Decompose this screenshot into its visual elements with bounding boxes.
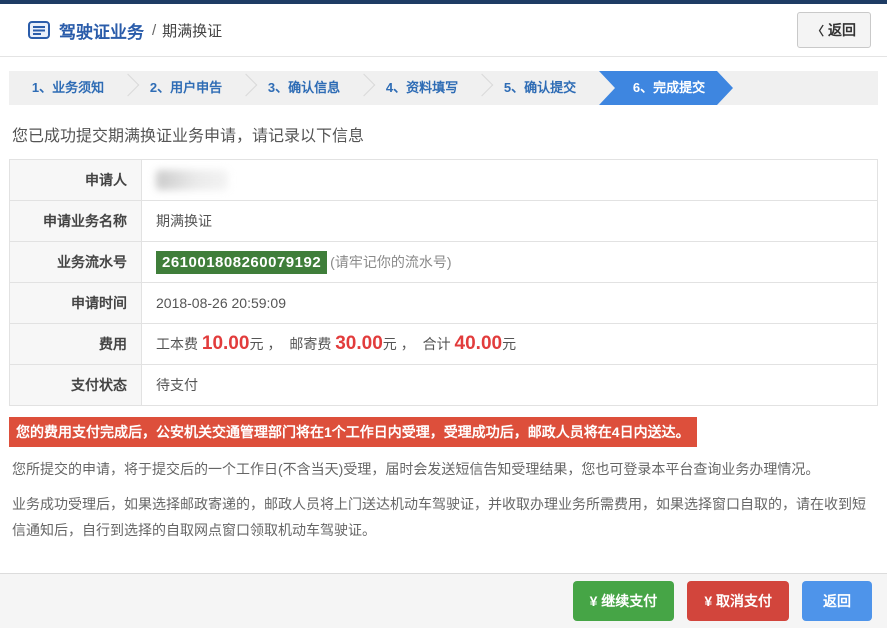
fee-unit2: 元 <box>382 336 397 352</box>
fee-unit1: 元 <box>249 336 264 352</box>
step-5-confirm-submit: 5、确认提交 <box>481 71 599 105</box>
table-row-business-name: 申请业务名称 期满换证 <box>9 200 878 242</box>
info-table: 申请人 申请业务名称 期满换证 业务流水号 261001808260079192… <box>9 159 878 406</box>
fee-comma1: ， <box>267 336 282 352</box>
step-1-business-notice: 1、业务须知 <box>9 71 140 105</box>
table-row-pay-status: 支付状态 待支付 <box>9 364 878 406</box>
fee-label: 费用 <box>9 323 142 365</box>
pay-status-value: 待支付 <box>141 364 878 406</box>
applicant-name-redacted <box>156 170 228 190</box>
cancel-pay-button[interactable]: ¥ 取消支付 <box>687 581 789 621</box>
breadcrumb-primary: 驾驶证业务 <box>59 22 144 42</box>
applicant-label: 申请人 <box>9 159 142 201</box>
header-back-label: 返回 <box>828 22 856 38</box>
step-label: 5、确认提交 <box>503 80 577 95</box>
pay-status-label: 支付状态 <box>9 364 142 406</box>
table-row-fee: 费用 工本费 10.00元， 邮寄费 30.00元， 合计 40.00元 <box>9 323 878 365</box>
fee-value: 工本费 10.00元， 邮寄费 30.00元， 合计 40.00元 <box>141 323 878 365</box>
step-6-complete-submit-active: 6、完成提交 <box>599 71 733 105</box>
serial-value: 261001808260079192 (请牢记你的流水号) <box>141 241 878 283</box>
step-label: 2、用户申告 <box>149 80 223 95</box>
table-row-applicant: 申请人 <box>9 159 878 201</box>
continue-pay-button[interactable]: ¥ 继续支付 <box>572 581 675 621</box>
apply-time-label: 申请时间 <box>9 282 142 324</box>
info-paragraph-2: 业务成功受理后，如果选择邮政寄递的，邮政人员将上门送达机动车驾驶证，并收取办理业… <box>12 496 866 538</box>
step-label: 4、资料填写 <box>385 80 459 95</box>
fee-amount2: 30.00 <box>335 333 383 354</box>
business-name-value: 期满换证 <box>141 200 878 242</box>
serial-note: (请牢记你的流水号) <box>330 253 452 270</box>
step-2-user-declaration: 2、用户申告 <box>127 71 258 105</box>
step-label: 6、完成提交 <box>632 80 706 95</box>
info-paragraph-1: 您所提交的申请，将于提交后的一个工作日(不含当天)受理，届时会发送短信告知受理结… <box>12 461 820 477</box>
success-message: 您已成功提交期满换证业务申请，请记录以下信息 <box>12 128 365 145</box>
breadcrumb-secondary: 期满换证 <box>162 22 223 40</box>
fee-amount3: 40.00 <box>454 333 503 354</box>
breadcrumb-separator: / <box>152 21 157 39</box>
business-name-label: 申请业务名称 <box>9 200 142 242</box>
page-header: 驾驶证业务 / 期满换证 〈 返回 <box>0 4 887 57</box>
fee-unit3: 元 <box>502 336 517 352</box>
table-row-apply-time: 申请时间 2018-08-26 20:59:09 <box>9 282 878 324</box>
footer-back-button[interactable]: 返回 <box>802 581 872 621</box>
fee-comma2: ， <box>400 336 415 352</box>
chevron-left-icon: 〈 <box>811 23 824 38</box>
table-row-serial: 业务流水号 261001808260079192 (请牢记你的流水号) <box>9 241 878 283</box>
apply-time-value: 2018-08-26 20:59:09 <box>141 282 878 324</box>
fee-part2: 邮寄费 <box>289 336 332 352</box>
step-label: 1、业务须知 <box>31 80 105 95</box>
header-back-button[interactable]: 〈 返回 <box>796 12 871 48</box>
fee-part1: 工本费 <box>156 336 198 352</box>
serial-label: 业务流水号 <box>9 241 142 283</box>
serial-number-badge: 261001808260079192 <box>156 250 328 274</box>
document-lines-icon <box>28 21 50 39</box>
footer-action-bar: ¥ 继续支付 ¥ 取消支付 返回 <box>0 573 887 628</box>
wizard-steps: 1、业务须知 2、用户申告 3、确认信息 4、资料填写 5、确认提交 6、完成提… <box>9 71 878 105</box>
fee-part3: 合计 <box>422 336 451 352</box>
step-4-fill-data: 4、资料填写 <box>363 71 494 105</box>
payment-notice-banner: 您的费用支付完成后，公安机关交通管理部门将在1个工作日内受理，受理成功后，邮政人… <box>9 417 697 447</box>
applicant-value <box>141 159 878 201</box>
fee-amount1: 10.00 <box>201 333 250 354</box>
step-label: 3、确认信息 <box>267 80 341 95</box>
step-3-confirm-info: 3、确认信息 <box>245 71 376 105</box>
